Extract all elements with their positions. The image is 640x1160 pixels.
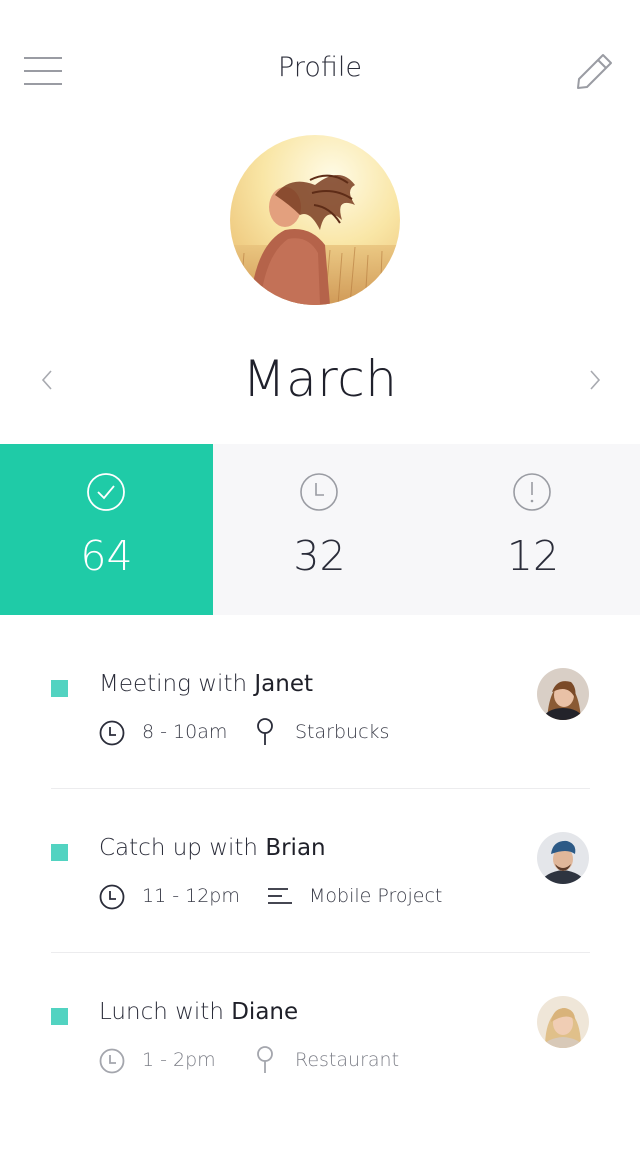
event-title: Meeting with Janet: [99, 671, 313, 697]
clock-icon: [99, 1048, 125, 1074]
event-location: Restaurant: [295, 1049, 400, 1071]
event-person: Brian: [265, 835, 326, 861]
event-item[interactable]: Catch up with Brian 11 - 12pm Mobile Pro…: [0, 832, 640, 996]
event-time: 8 - 10am: [142, 721, 228, 743]
avatar[interactable]: [537, 668, 589, 720]
stat-pending[interactable]: 32: [213, 444, 426, 615]
event-title: Lunch with Diane: [99, 999, 298, 1025]
divider: [51, 952, 590, 953]
event-time: 1 - 2pm: [142, 1049, 216, 1071]
event-title: Catch up with Brian: [99, 835, 326, 861]
next-month-button[interactable]: [582, 366, 606, 394]
event-item[interactable]: Lunch with Diane 1 - 2pm Restaurant: [0, 996, 640, 1160]
stat-completed-value: 64: [80, 532, 133, 580]
avatar-photo: [537, 996, 589, 1048]
stats-bar: 64 32 12: [0, 444, 640, 615]
exclamation-circle-icon: [513, 473, 551, 511]
event-location: Starbucks: [295, 721, 390, 743]
pencil-icon: [577, 54, 612, 89]
event-person: Janet: [254, 671, 313, 697]
event-marker: [51, 680, 68, 697]
event-time: 11 - 12pm: [142, 885, 240, 907]
stat-pending-value: 32: [293, 532, 346, 580]
clock-icon: [99, 720, 125, 746]
map-pin-icon: [257, 1046, 273, 1073]
map-pin-icon: [257, 718, 273, 745]
stat-alerts[interactable]: 12: [426, 444, 640, 615]
event-title-text: Lunch with: [99, 999, 232, 1025]
chevron-right-icon: [590, 370, 601, 390]
event-marker: [51, 844, 68, 861]
page-title: Profile: [278, 52, 362, 83]
avatar[interactable]: [537, 832, 589, 884]
month-label: March: [242, 350, 398, 408]
event-item[interactable]: Meeting with Janet 8 - 10am Starbucks: [0, 668, 640, 832]
avatar[interactable]: [537, 996, 589, 1048]
edit-button[interactable]: [574, 50, 616, 92]
divider: [51, 788, 590, 789]
profile-photo: [230, 135, 400, 305]
event-title-text: Catch up with: [99, 835, 266, 861]
event-person: Diane: [231, 999, 299, 1025]
stat-alerts-value: 12: [506, 532, 560, 580]
profile-avatar[interactable]: [230, 135, 400, 305]
event-marker: [51, 1008, 68, 1025]
menu-icon-bar: [24, 83, 62, 85]
event-project: Mobile Project: [309, 885, 443, 907]
event-title-text: Meeting with: [99, 671, 255, 697]
check-circle-icon: [87, 473, 125, 511]
clock-icon: [300, 473, 338, 511]
avatar-photo: [537, 668, 589, 720]
text-lines-icon: [268, 888, 292, 904]
clock-icon: [99, 884, 125, 910]
stat-completed[interactable]: 64: [0, 444, 213, 615]
avatar-photo: [537, 832, 589, 884]
